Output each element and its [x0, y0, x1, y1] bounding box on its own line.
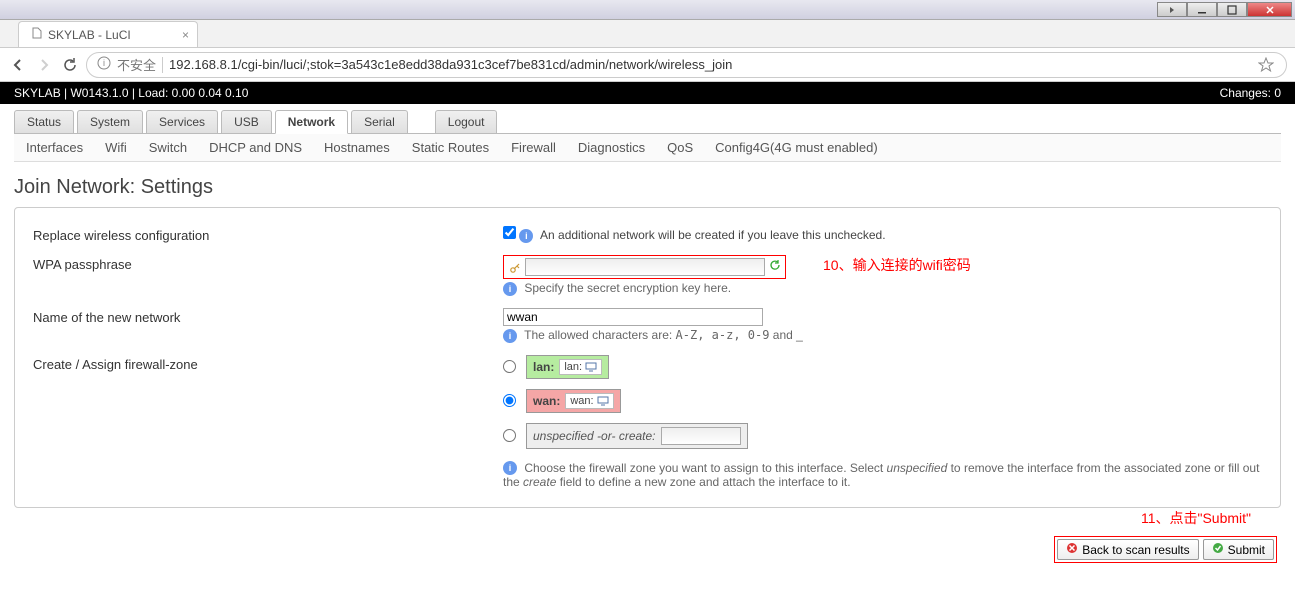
url-text: 192.168.8.1/cgi-bin/luci/;stok=3a543c1e8… — [169, 57, 732, 72]
zone-lan-iface: lan: — [559, 359, 602, 375]
svg-text:i: i — [103, 58, 105, 68]
luci-topbar: SKYLAB | W0143.1.0 | Load: 0.00 0.04 0.1… — [0, 82, 1295, 104]
netname-hint-pre: The allowed characters are: — [524, 328, 675, 342]
changes-link[interactable]: Changes: 0 — [1220, 86, 1281, 100]
info-icon: i — [503, 282, 517, 296]
window-unknown-button[interactable] — [1157, 2, 1187, 17]
zone-radio-unspec[interactable] — [503, 429, 516, 442]
zone-wan-label: wan: — [533, 394, 560, 408]
tab-status[interactable]: Status — [14, 110, 74, 133]
browser-tab-title: SKYLAB - LuCI — [48, 28, 131, 42]
window-maximize-button[interactable] — [1217, 2, 1247, 17]
zone-unspec-label: unspecified -or- create: — [533, 429, 656, 443]
replace-hint: An additional network will be created if… — [540, 228, 886, 242]
tab-usb[interactable]: USB — [221, 110, 272, 133]
page-body: Status System Services USB Network Seria… — [0, 104, 1295, 589]
zone-wan-iface: wan: — [565, 393, 613, 409]
os-titlebar — [0, 0, 1295, 20]
status-text: SKYLAB | W0143.1.0 | Load: 0.00 0.04 0.1… — [14, 86, 248, 100]
tab-services[interactable]: Services — [146, 110, 218, 133]
tab-serial[interactable]: Serial — [351, 110, 408, 133]
page-title: Join Network: Settings — [14, 176, 1281, 199]
replace-label: Replace wireless configuration — [33, 226, 503, 243]
unsafe-label: 不安全 — [117, 55, 156, 74]
tab-logout[interactable]: Logout — [435, 110, 498, 133]
key-icon — [508, 261, 522, 275]
subtab-firewall[interactable]: Firewall — [511, 140, 556, 155]
ok-icon — [1212, 542, 1224, 557]
zone-radio-wan[interactable] — [503, 394, 516, 407]
annotation-11: 11、点击"Submit" — [14, 508, 1251, 528]
wpa-hint: Specify the secret encryption key here. — [524, 281, 731, 295]
zone-lan-label: lan: — [533, 360, 554, 374]
window-buttons — [1157, 2, 1292, 17]
info-icon: i — [503, 461, 517, 475]
field-zone: Create / Assign firewall-zone lan: lan: … — [33, 349, 1262, 496]
zone-hint: Choose the firewall zone you want to ass… — [503, 461, 1259, 490]
tab-system[interactable]: System — [77, 110, 143, 133]
info-icon: i — [503, 329, 517, 343]
back-icon[interactable] — [8, 55, 28, 75]
back-button[interactable]: Back to scan results — [1057, 539, 1198, 560]
netname-hint-code: A-Z, a-z, 0-9 — [676, 328, 770, 342]
close-icon[interactable]: × — [182, 28, 189, 42]
footer-buttons: Back to scan results Submit — [14, 536, 1281, 563]
zone-create-input[interactable] — [661, 427, 741, 445]
netname-input[interactable] — [503, 308, 763, 326]
subtab-diagnostics[interactable]: Diagnostics — [578, 140, 645, 155]
fieldset: Replace wireless configuration i An addi… — [14, 207, 1281, 508]
main-tabs: Status System Services USB Network Seria… — [14, 110, 1281, 133]
annotation-10: 10、输入连接的wifi密码 — [823, 255, 971, 275]
url-box[interactable]: i 不安全 192.168.8.1/cgi-bin/luci/;stok=3a5… — [86, 52, 1287, 78]
wpa-input[interactable] — [525, 258, 765, 276]
submit-button[interactable]: Submit — [1203, 539, 1274, 560]
subtab-staticroutes[interactable]: Static Routes — [412, 140, 489, 155]
window-minimize-button[interactable] — [1187, 2, 1217, 17]
browser-navbar: i 不安全 192.168.8.1/cgi-bin/luci/;stok=3a5… — [0, 48, 1295, 82]
subtab-switch[interactable]: Switch — [149, 140, 187, 155]
zone-badge-wan: wan: wan: — [526, 389, 621, 413]
tab-network[interactable]: Network — [275, 110, 348, 134]
reload-icon[interactable] — [60, 55, 80, 75]
field-netname: Name of the new network i The allowed ch… — [33, 302, 1262, 349]
subtab-dhcp[interactable]: DHCP and DNS — [209, 140, 302, 155]
zone-radio-lan[interactable] — [503, 360, 516, 373]
wpa-label: WPA passphrase — [33, 255, 503, 272]
zone-badge-lan: lan: lan: — [526, 355, 609, 379]
cancel-icon — [1066, 542, 1078, 557]
field-wpa: WPA passphrase 10、输入连接的wifi密码 i Specify … — [33, 249, 1262, 302]
window-close-button[interactable] — [1247, 2, 1292, 17]
browser-tabbar: SKYLAB - LuCI × — [0, 20, 1295, 48]
zone-badge-create: unspecified -or- create: — [526, 423, 748, 449]
subtab-interfaces[interactable]: Interfaces — [26, 140, 83, 155]
divider — [162, 57, 163, 73]
info-icon: i — [519, 229, 533, 243]
star-icon[interactable] — [1256, 55, 1276, 75]
page-icon — [31, 27, 43, 42]
field-replace: Replace wireless configuration i An addi… — [33, 220, 1262, 249]
netname-label: Name of the new network — [33, 308, 503, 325]
subtab-qos[interactable]: QoS — [667, 140, 693, 155]
browser-tab[interactable]: SKYLAB - LuCI × — [18, 21, 198, 47]
sub-tabs: Interfaces Wifi Switch DHCP and DNS Host… — [14, 133, 1281, 162]
replace-checkbox[interactable] — [503, 226, 516, 239]
subtab-hostnames[interactable]: Hostnames — [324, 140, 390, 155]
info-icon: i — [97, 56, 111, 73]
forward-icon[interactable] — [34, 55, 54, 75]
reveal-password-icon[interactable] — [769, 260, 781, 274]
subtab-config4g[interactable]: Config4G(4G must enabled) — [715, 140, 878, 155]
zone-label: Create / Assign firewall-zone — [33, 355, 503, 372]
netname-hint-post: and _ — [769, 328, 802, 342]
subtab-wifi[interactable]: Wifi — [105, 140, 127, 155]
